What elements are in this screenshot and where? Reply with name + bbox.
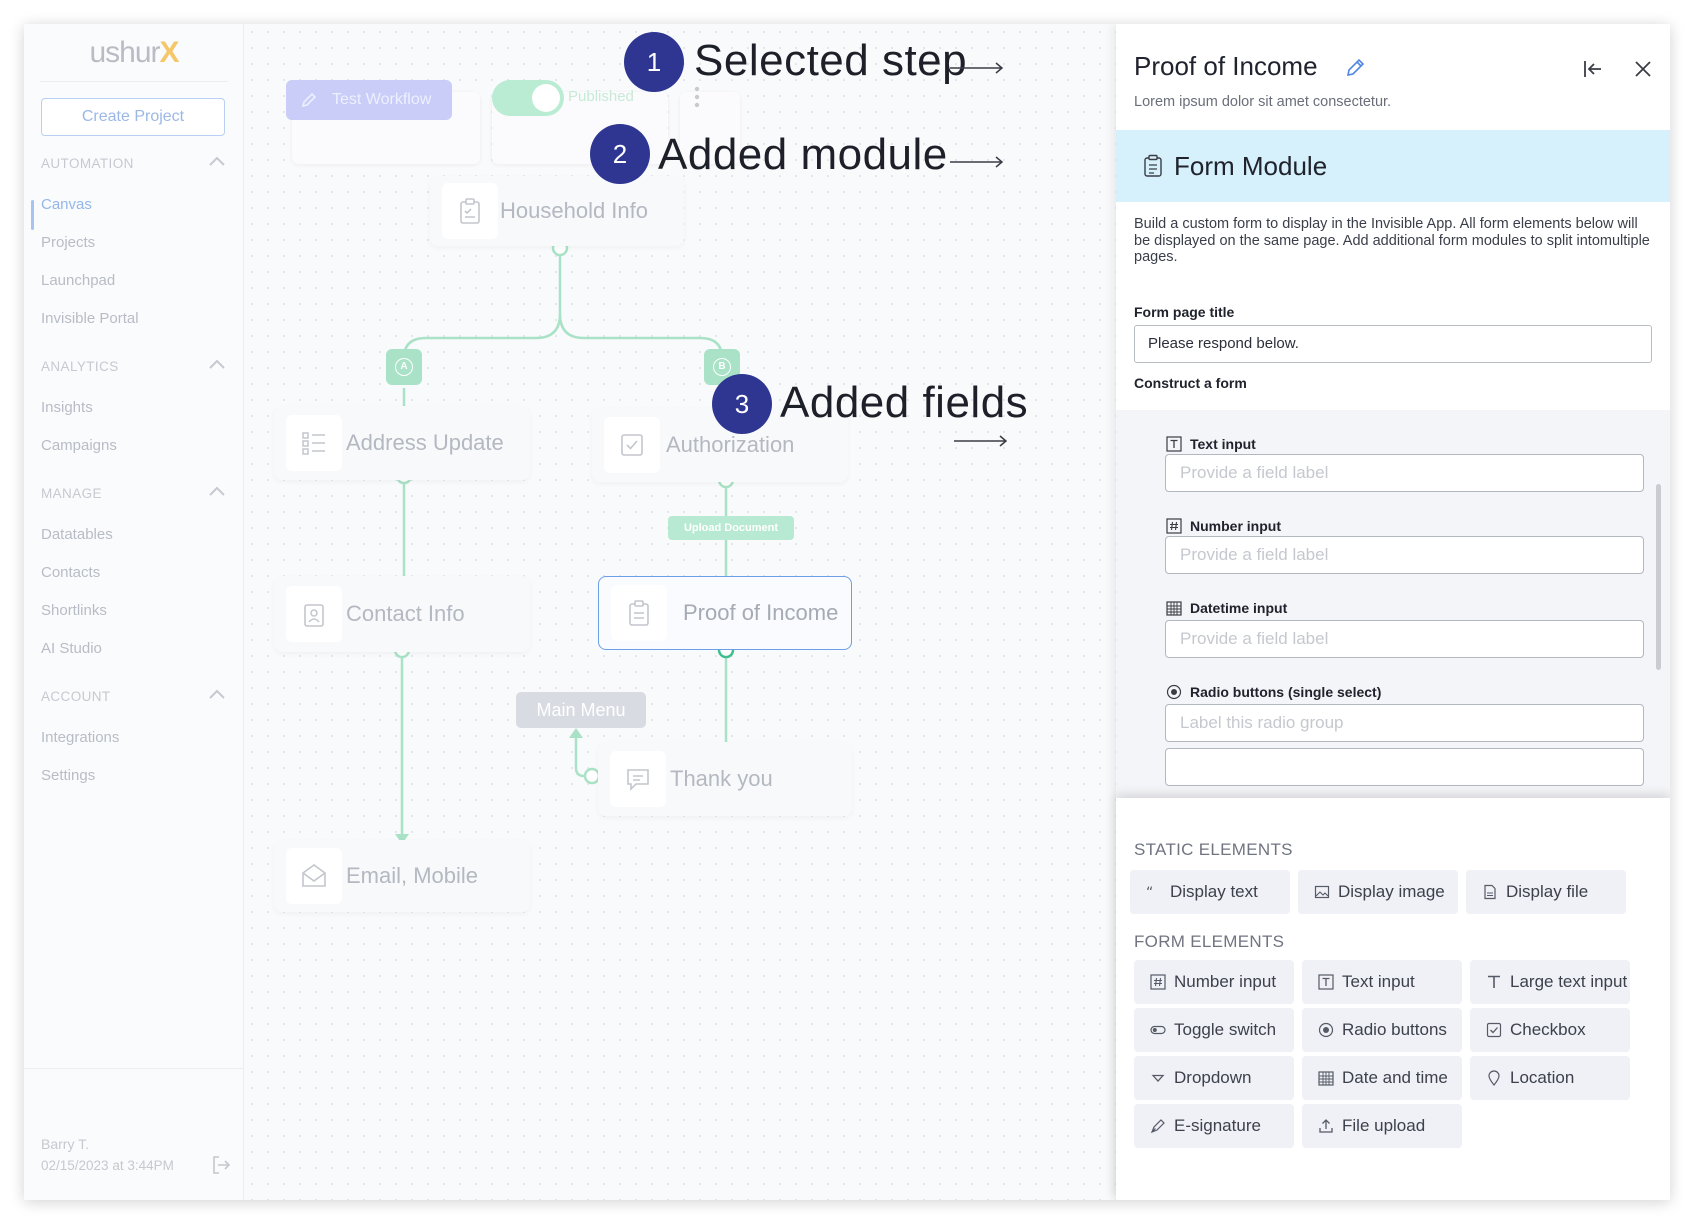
form-fields-list[interactable]: Text input Provide a field label Number … <box>1116 410 1670 802</box>
node-email-mobile[interactable]: Email, Mobile <box>274 840 530 912</box>
field-label-input[interactable]: Provide a field label <box>1165 536 1644 574</box>
node-icon-box <box>610 751 666 807</box>
add-display-file-button[interactable]: Display file <box>1466 870 1626 914</box>
add-toggle-switch-button[interactable]: Toggle switch <box>1134 1008 1294 1052</box>
add-display-image-button[interactable]: Display image <box>1298 870 1458 914</box>
field-label-input[interactable]: Provide a field label <box>1165 454 1644 492</box>
collapse-panel-icon[interactable] <box>1582 58 1604 80</box>
callout-badge-1: 1 <box>624 32 684 92</box>
element-picker: STATIC ELEMENTS “Display text Display im… <box>1116 798 1670 1200</box>
envelope-icon <box>302 864 326 887</box>
add-display-text-button[interactable]: “Display text <box>1130 870 1290 914</box>
calendar-icon <box>1318 1071 1334 1086</box>
callout-added-fields: Added fields <box>780 378 1029 427</box>
image-icon <box>1314 885 1330 899</box>
radio-icon <box>1166 684 1182 700</box>
node-icon-box <box>286 415 342 471</box>
location-pin-icon <box>1488 1070 1500 1086</box>
contact-badge-icon <box>304 604 324 627</box>
clipboard-icon <box>629 600 649 626</box>
callout-arrow-2 <box>950 156 1004 168</box>
node-label: Email, Mobile <box>346 863 479 888</box>
node-label: Address Update <box>346 430 504 455</box>
checkbox-icon <box>1486 1022 1502 1038</box>
checkbox-icon <box>621 434 643 456</box>
callout-arrow-3 <box>954 435 1008 447</box>
node-thank-you[interactable]: Thank you <box>598 742 852 816</box>
radio-option-input[interactable] <box>1165 748 1644 786</box>
add-text-input-button[interactable]: Text input <box>1302 960 1462 1004</box>
node-label: Household Info <box>500 198 648 223</box>
add-checkbox-button[interactable]: Checkbox <box>1470 1008 1630 1052</box>
panel-title: Proof of Income <box>1134 51 1318 81</box>
form-page-title-label: Form page title <box>1134 304 1235 320</box>
pencil-icon[interactable] <box>1344 57 1366 79</box>
list-tree-icon <box>302 432 325 455</box>
add-e-signature-button[interactable]: E-signature <box>1134 1104 1294 1148</box>
callout-added-module: Added module <box>658 130 948 179</box>
pen-nib-icon <box>1150 1119 1165 1134</box>
node-label: Thank you <box>670 766 773 791</box>
large-text-icon <box>1488 975 1500 988</box>
form-page-title-input[interactable]: Please respond below. <box>1134 325 1652 363</box>
add-dropdown-button[interactable]: Dropdown <box>1134 1056 1294 1100</box>
add-date-time-button[interactable]: Date and time <box>1302 1056 1462 1100</box>
upload-icon <box>1319 1119 1333 1133</box>
add-file-upload-button[interactable]: File upload <box>1302 1104 1462 1148</box>
static-elements-heading: STATIC ELEMENTS <box>1134 840 1293 859</box>
main-menu-tag[interactable]: Main Menu <box>516 692 646 728</box>
module-description: Build a custom form to display in the In… <box>1134 216 1650 265</box>
callout-selected-step: Selected step <box>694 36 968 85</box>
construct-form-label: Construct a form <box>1134 375 1247 391</box>
node-address-update[interactable]: Address Update <box>274 406 530 480</box>
dropdown-icon <box>1151 1074 1165 1082</box>
form-elements-heading: FORM ELEMENTS <box>1134 932 1285 951</box>
callout-badge-3: 3 <box>712 374 772 434</box>
calendar-icon <box>1166 601 1182 616</box>
close-icon[interactable] <box>1632 58 1654 80</box>
text-input-icon <box>1318 974 1334 990</box>
node-label: Contact Info <box>346 601 465 626</box>
text-input-icon <box>1166 436 1182 452</box>
node-household-info[interactable]: Household Info <box>430 176 684 246</box>
node-label: Authorization <box>666 432 795 457</box>
callout-arrow-1 <box>950 62 1004 74</box>
field-label-input[interactable]: Label this radio group <box>1165 704 1644 742</box>
file-icon <box>1484 884 1496 900</box>
node-icon-box <box>286 586 342 642</box>
branch-a-tag[interactable]: A <box>386 349 422 385</box>
svg-text:“: “ <box>1146 885 1153 900</box>
node-icon-box <box>286 848 342 904</box>
number-input-icon <box>1166 518 1182 534</box>
toggle-icon <box>1150 1025 1166 1035</box>
step-detail-panel: Proof of Income Lorem ipsum dolor sit am… <box>1116 24 1670 1200</box>
field-label-input[interactable]: Provide a field label <box>1165 620 1644 658</box>
module-title: Form Module <box>1174 151 1328 181</box>
node-icon-box <box>604 417 660 473</box>
node-label: Proof of Income <box>683 600 839 625</box>
node-icon-box <box>611 585 667 641</box>
node-icon-box <box>442 183 498 239</box>
add-location-button[interactable]: Location <box>1470 1056 1630 1100</box>
fields-scrollbar[interactable] <box>1656 484 1661 670</box>
callout-badge-2: 2 <box>590 124 650 184</box>
form-module-icon <box>1144 154 1162 177</box>
add-large-text-input-button[interactable]: Large text input <box>1470 960 1630 1004</box>
add-number-input-button[interactable]: Number input <box>1134 960 1294 1004</box>
quote-icon: “ <box>1146 885 1153 900</box>
module-header: Form Module <box>1116 130 1670 202</box>
panel-subtitle: Lorem ipsum dolor sit amet consectetur. <box>1134 94 1392 110</box>
number-input-icon <box>1150 974 1166 990</box>
node-contact-info[interactable]: Contact Info <box>274 576 530 652</box>
add-radio-buttons-button[interactable]: Radio buttons <box>1302 1008 1462 1052</box>
node-proof-of-income[interactable]: Proof of Income <box>598 576 852 650</box>
app-window: ushurX Create Project AUTOMATION Canvas … <box>24 24 1670 1200</box>
radio-icon <box>1318 1022 1334 1038</box>
clipboard-icon <box>460 198 480 224</box>
upload-document-tag[interactable]: Upload Document <box>668 516 794 540</box>
message-icon <box>627 769 649 791</box>
